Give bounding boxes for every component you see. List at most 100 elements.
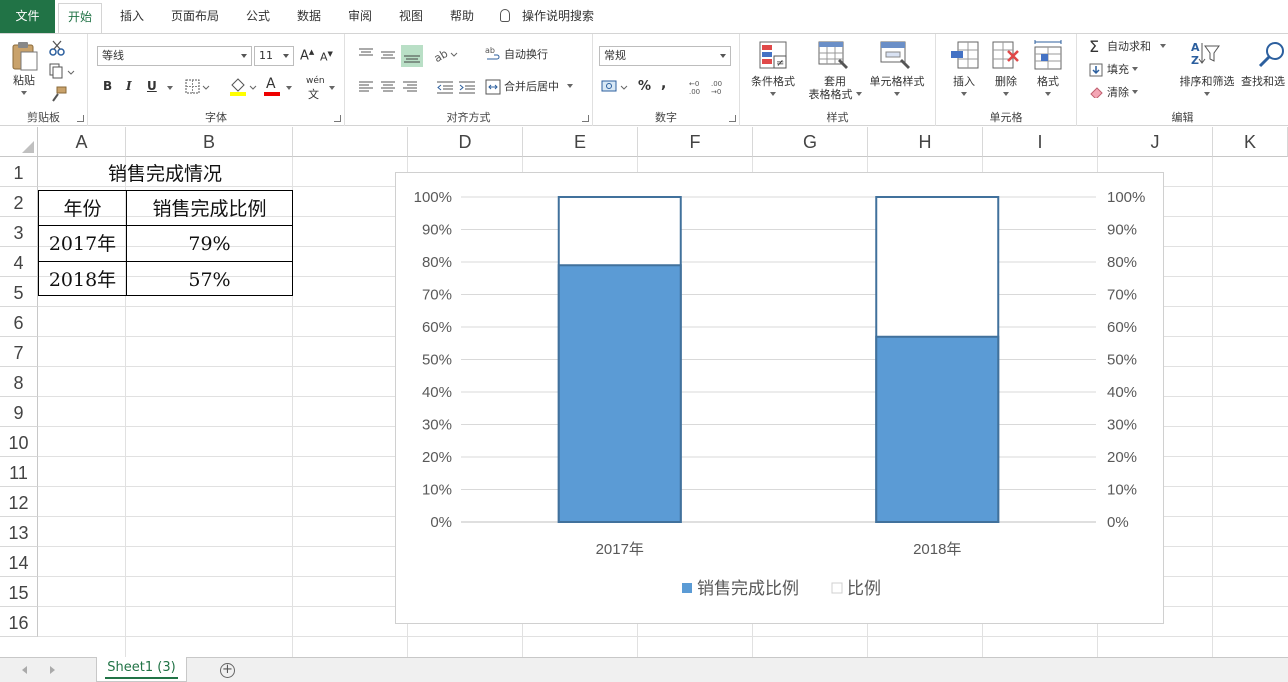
borders-icon[interactable] — [185, 79, 211, 95]
sort-filter-button[interactable]: 排序和筛选 — [1175, 75, 1239, 101]
cell-a1-title[interactable]: 销售完成情况 — [38, 157, 292, 189]
row-header[interactable]: 2 — [0, 187, 38, 217]
row-header[interactable]: 15 — [0, 577, 38, 607]
format-painter-icon[interactable] — [50, 86, 68, 102]
alignment-launcher-icon[interactable] — [582, 115, 589, 122]
sort-filter-icon[interactable]: AZ — [1189, 40, 1221, 70]
paste-button[interactable]: 粘贴 — [6, 74, 42, 100]
comma-button[interactable]: , — [661, 76, 666, 92]
tab-data[interactable]: 数据 — [297, 0, 321, 33]
column-header[interactable]: A — [38, 127, 126, 157]
font-color-button[interactable]: A — [266, 76, 276, 92]
column-header[interactable]: B — [126, 127, 293, 157]
phonetic-dropdown-icon[interactable] — [329, 86, 335, 90]
format-as-table-icon[interactable] — [818, 41, 850, 71]
tab-insert[interactable]: 插入 — [120, 0, 144, 33]
font-name-combo[interactable]: 等线 — [97, 46, 252, 66]
phonetic-button[interactable]: wén — [306, 76, 325, 86]
grow-font-button[interactable]: A▲ — [300, 48, 314, 63]
vertical-align-icons[interactable] — [357, 45, 427, 67]
row-header[interactable]: 1 — [0, 157, 38, 187]
font-launcher-icon[interactable] — [334, 115, 341, 122]
row-header[interactable]: 5 — [0, 277, 38, 307]
autosum-button[interactable]: 自动求和 — [1107, 39, 1166, 55]
number-format-combo[interactable]: 常规 — [599, 46, 731, 66]
row-header[interactable]: 12 — [0, 487, 38, 517]
fill-button[interactable]: 填充 — [1107, 62, 1138, 78]
file-tab[interactable]: 文件 — [0, 0, 55, 33]
column-header[interactable]: G — [753, 127, 868, 157]
underline-dropdown-icon[interactable] — [167, 86, 173, 90]
column-header[interactable]: J — [1098, 127, 1213, 157]
delete-cells-button[interactable]: 删除 — [986, 75, 1026, 101]
tab-home[interactable]: 开始 — [58, 3, 103, 34]
format-cells-button[interactable]: 格式 — [1028, 75, 1068, 101]
clipboard-launcher-icon[interactable] — [77, 115, 84, 122]
bold-button[interactable]: B — [103, 79, 112, 93]
number-launcher-icon[interactable] — [729, 115, 736, 122]
conditional-format-button[interactable]: 条件格式 — [745, 75, 801, 101]
italic-button[interactable]: I — [126, 79, 132, 93]
column-header[interactable]: I — [983, 127, 1098, 157]
conditional-format-icon[interactable]: ≠ — [759, 41, 789, 71]
cell-a3-year[interactable]: 2017年 — [39, 226, 126, 261]
tab-review[interactable]: 审阅 — [348, 0, 372, 33]
row-header[interactable]: 11 — [0, 457, 38, 487]
decimal-buttons-icon[interactable]: ←0.00 .00→0 — [689, 79, 729, 95]
row-header[interactable]: 16 — [0, 607, 38, 637]
row-header[interactable]: 9 — [0, 397, 38, 427]
merge-center-icon[interactable] — [485, 79, 501, 95]
clear-button[interactable]: 清除 — [1107, 85, 1138, 101]
wrap-text-button[interactable]: 自动换行 — [504, 47, 548, 63]
column-header[interactable] — [293, 127, 408, 157]
column-header[interactable]: H — [868, 127, 983, 157]
delete-cells-icon[interactable] — [992, 41, 1022, 71]
row-header[interactable]: 4 — [0, 247, 38, 277]
percent-button[interactable]: % — [638, 79, 651, 94]
copy-icon[interactable] — [49, 63, 75, 79]
sheet-tab-active[interactable]: Sheet1 (3) — [96, 657, 187, 682]
row-header[interactable]: 14 — [0, 547, 38, 577]
row-header[interactable]: 7 — [0, 337, 38, 367]
shrink-font-button[interactable]: A▼ — [320, 50, 333, 64]
font-color-dropdown-icon[interactable] — [286, 86, 292, 90]
tell-me-search[interactable]: 操作说明搜索 — [500, 0, 594, 33]
tab-formulas[interactable]: 公式 — [246, 0, 270, 33]
row-header[interactable]: 10 — [0, 427, 38, 457]
next-sheet-icon[interactable] — [50, 666, 55, 674]
cell-a2-header-year[interactable]: 年份 — [39, 191, 126, 225]
column-header[interactable]: E — [523, 127, 638, 157]
format-as-table-button[interactable]: 套用 表格格式 — [798, 75, 872, 101]
select-all-corner[interactable] — [0, 127, 38, 157]
orientation-icon[interactable]: ab — [432, 46, 460, 64]
column-header[interactable]: K — [1213, 127, 1288, 157]
tab-page-layout[interactable]: 页面布局 — [171, 0, 219, 33]
find-select-button[interactable]: 查找和选 — [1241, 75, 1288, 88]
cell-b4-ratio[interactable]: 57% — [127, 262, 292, 296]
row-header[interactable]: 13 — [0, 517, 38, 547]
add-sheet-button[interactable]: + — [220, 663, 235, 678]
cut-icon[interactable] — [49, 40, 65, 56]
row-header[interactable]: 3 — [0, 217, 38, 247]
tab-help[interactable]: 帮助 — [450, 0, 474, 33]
horizontal-align-icons[interactable] — [357, 79, 477, 95]
row-header[interactable]: 6 — [0, 307, 38, 337]
row-header[interactable]: 8 — [0, 367, 38, 397]
fill-color-icon[interactable] — [228, 76, 258, 96]
paste-icon[interactable] — [11, 40, 39, 72]
wrap-text-icon[interactable]: ab — [485, 45, 501, 63]
column-header[interactable]: F — [638, 127, 753, 157]
cell-styles-icon[interactable] — [880, 41, 912, 71]
cell-b3-ratio[interactable]: 79% — [127, 226, 292, 261]
accounting-format-icon[interactable] — [601, 78, 631, 96]
underline-button[interactable]: U — [147, 79, 157, 93]
chart-object[interactable]: 0% 0% 10% 10% 20% 20% 30% 30% 40% 40% 50% 50% 60% 60%… — [395, 172, 1164, 624]
insert-cells-icon[interactable] — [950, 41, 980, 71]
tab-view[interactable]: 视图 — [399, 0, 423, 33]
font-size-combo[interactable]: 11 — [254, 46, 294, 66]
insert-cells-button[interactable]: 插入 — [944, 75, 984, 101]
column-header[interactable]: D — [408, 127, 523, 157]
cell-styles-button[interactable]: 单元格样式 — [862, 75, 932, 101]
find-select-icon[interactable] — [1257, 40, 1287, 70]
cell-a4-year[interactable]: 2018年 — [39, 262, 126, 296]
